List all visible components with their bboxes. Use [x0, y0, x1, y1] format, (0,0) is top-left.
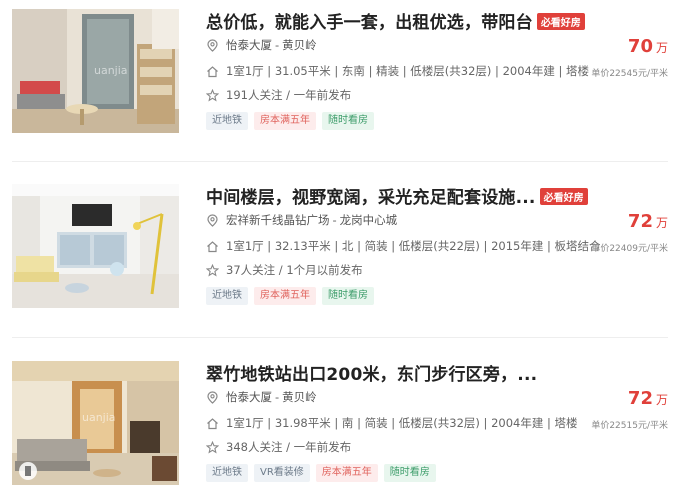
follow-row: 191人关注 / 一年前发布 — [206, 87, 351, 103]
area-link[interactable]: 黄贝岭 — [282, 389, 317, 405]
follow-info: 348人关注 / 一年前发布 — [226, 440, 352, 454]
house-info: 1室1厅 | 32.13平米 | 北 | 简装 | 低楼层(共22层) | 20… — [226, 239, 601, 253]
divider — [12, 337, 668, 338]
must-see-badge: 必看好房 — [536, 13, 585, 30]
divider — [12, 161, 668, 162]
total-price: 72 万 — [627, 211, 668, 232]
listing-card-3[interactable]: uanjia 翠竹地铁站出口200米，东门步行区旁，... 怡泰大厦 - 黄贝岭… — [0, 352, 700, 492]
listing-photo[interactable]: uanjia — [12, 361, 179, 485]
tag-list: 近地铁 房本满五年 随时看房 — [206, 287, 374, 305]
tag-viewing-anytime: 随时看房 — [383, 464, 436, 482]
follow-row: 348人关注 / 一年前发布 — [206, 439, 351, 455]
total-price: 70 万 — [627, 36, 668, 57]
house-icon — [207, 65, 218, 77]
tag-list: 近地铁 房本满五年 随时看房 — [206, 112, 374, 130]
location-separator: - — [275, 38, 280, 52]
star-icon — [206, 88, 219, 101]
follow-info: 191人关注 / 一年前发布 — [226, 88, 352, 102]
house-info: 1室1厅 | 31.98平米 | 南 | 简装 | 低楼层(共32层) | 20… — [226, 416, 578, 430]
location-pin-icon — [207, 213, 218, 227]
tag-near-subway: 近地铁 — [206, 112, 248, 130]
community-link[interactable]: 怡泰大厦 — [226, 389, 272, 405]
star-icon — [206, 440, 219, 453]
follow-row: 37人关注 / 1个月以前发布 — [206, 262, 363, 278]
community-link[interactable]: 怡泰大厦 — [226, 37, 272, 53]
tag-near-subway: 近地铁 — [206, 287, 248, 305]
tag-viewing-anytime: 随时看房 — [322, 287, 374, 305]
tag-five-years: 房本满五年 — [254, 287, 316, 305]
unit-price: 单价22515元/平米 — [591, 421, 668, 431]
listing-title[interactable]: 翠竹地铁站出口200米，东门步行区旁，... — [206, 360, 537, 385]
tag-viewing-anytime: 随时看房 — [322, 112, 374, 130]
must-see-badge: 必看好房 — [539, 188, 588, 205]
tag-list: 近地铁 VR看装修 房本满五年 随时看房 — [206, 464, 436, 482]
house-info-row: 1室1厅 | 32.13平米 | 北 | 简装 | 低楼层(共22层) | 20… — [206, 238, 601, 254]
house-info-row: 1室1厅 | 31.05平米 | 东南 | 精装 | 低楼层(共32层) | 2… — [206, 63, 589, 79]
listing-title[interactable]: 中间楼层，视野宽阔，采光充足配套设施... 必看好房 — [206, 183, 588, 208]
tag-five-years: 房本满五年 — [254, 112, 316, 130]
area-link[interactable]: 龙岗中心城 — [340, 212, 398, 228]
total-price: 72 万 — [627, 388, 668, 409]
location-row: 怡泰大厦 - 黄贝岭 — [206, 389, 317, 405]
listing-card-1[interactable]: uanjia 总价低，就能入手一套，出租优选，带阳台 必看好房 怡泰大厦 - 黄贝… — [0, 0, 700, 140]
area-link[interactable]: 黄贝岭 — [282, 37, 317, 53]
location-row: 宏祥新千线晶钻广场 - 龙岗中心城 — [206, 212, 397, 228]
location-pin-icon — [207, 390, 218, 404]
tag-vr-decor: VR看装修 — [254, 464, 310, 482]
community-link[interactable]: 宏祥新千线晶钻广场 — [226, 212, 330, 228]
unit-price: 单价22545元/平米 — [591, 69, 668, 79]
tag-near-subway: 近地铁 — [206, 464, 248, 482]
listing-photo[interactable] — [12, 184, 179, 308]
location-separator: - — [275, 390, 280, 404]
star-icon — [206, 263, 219, 276]
location-pin-icon — [207, 38, 218, 52]
photo-watermark: uanjia — [94, 64, 128, 77]
house-icon — [207, 240, 218, 252]
house-info: 1室1厅 | 31.05平米 | 东南 | 精装 | 低楼层(共32层) | 2… — [226, 64, 590, 78]
listing-card-2[interactable]: 中间楼层，视野宽阔，采光充足配套设施... 必看好房 宏祥新千线晶钻广场 - 龙岗… — [0, 175, 700, 315]
location-row: 怡泰大厦 - 黄贝岭 — [206, 37, 317, 53]
location-separator: - — [332, 213, 337, 227]
listing-list: uanjia 总价低，就能入手一套，出租优选，带阳台 必看好房 怡泰大厦 - 黄贝… — [0, 0, 700, 499]
unit-price: 单价22409元/平米 — [591, 244, 668, 254]
tag-five-years: 房本满五年 — [315, 464, 378, 482]
listing-title[interactable]: 总价低，就能入手一套，出租优选，带阳台 必看好房 — [206, 8, 585, 33]
house-icon — [207, 417, 218, 429]
house-info-row: 1室1厅 | 31.98平米 | 南 | 简装 | 低楼层(共32层) | 20… — [206, 415, 578, 431]
listing-photo[interactable]: uanjia — [12, 9, 179, 133]
photo-watermark: uanjia — [82, 411, 116, 424]
follow-info: 37人关注 / 1个月以前发布 — [226, 263, 363, 277]
